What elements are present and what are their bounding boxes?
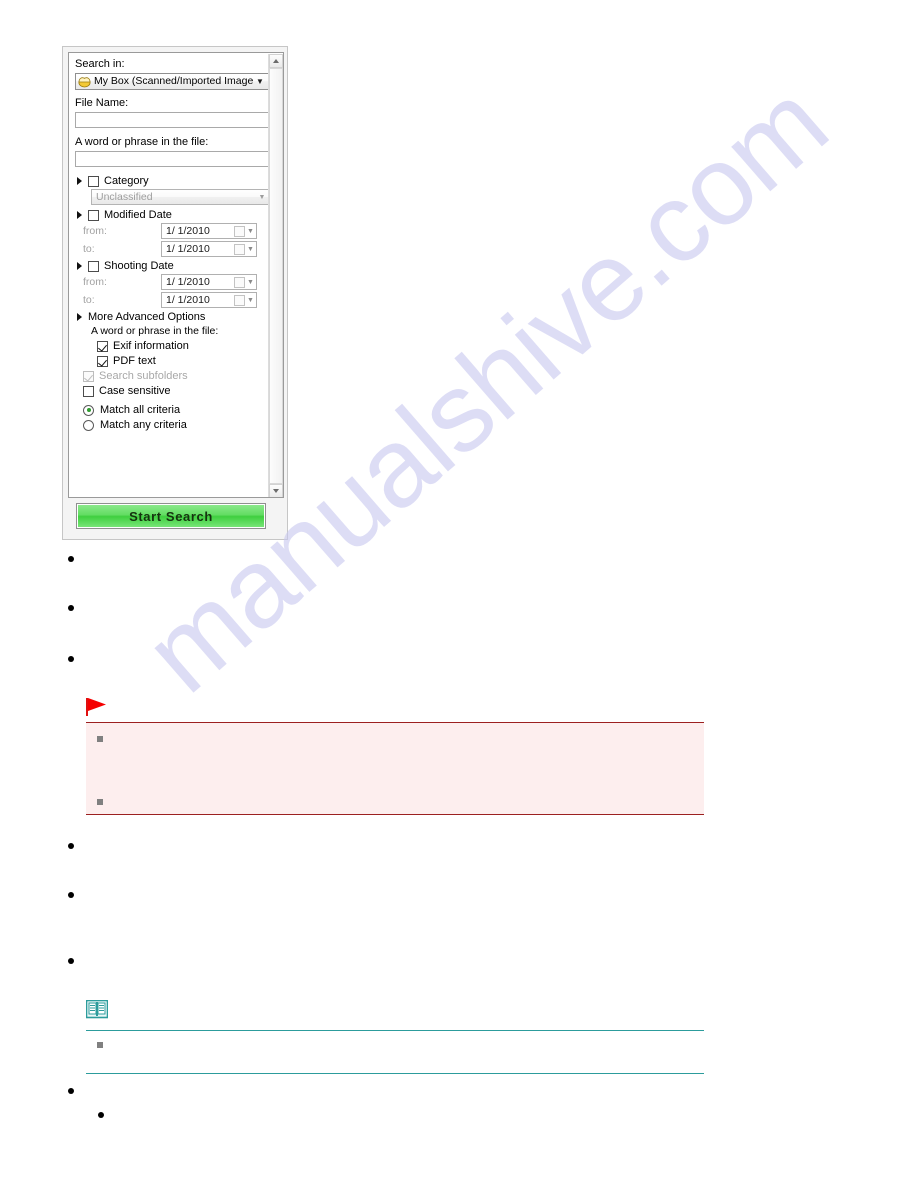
list-item	[68, 605, 74, 611]
caution-block	[86, 697, 704, 815]
shooting-date-section-header[interactable]: Shooting Date	[77, 260, 269, 272]
category-checkbox[interactable]	[88, 175, 99, 187]
file-name-label: File Name:	[75, 97, 129, 109]
caution-box	[86, 722, 704, 815]
search-in-dropdown[interactable]: My Box (Scanned/Imported Images) ▼	[75, 73, 269, 90]
modified-date-to-label: to:	[83, 243, 95, 255]
file-name-input[interactable]	[75, 112, 269, 128]
modified-date-checkbox[interactable]	[88, 209, 99, 221]
radio-match-all-criteria[interactable]: Match all criteria	[83, 404, 269, 416]
shooting-date-from-label: from:	[83, 276, 107, 288]
search-subfolders-checkbox	[83, 370, 94, 382]
exif-information-label: Exif information	[113, 340, 189, 352]
option-search-subfolders: Search subfolders	[83, 370, 269, 382]
option-exif-information[interactable]: Exif information	[97, 340, 269, 352]
case-sensitive-label: Case sensitive	[99, 385, 171, 397]
calendar-icon[interactable]	[234, 294, 245, 306]
shooting-date-to-value: 1/ 1/2010	[166, 294, 210, 306]
list-item	[68, 958, 74, 964]
calendar-icon[interactable]	[234, 276, 245, 288]
modified-date-to-input[interactable]: 1/ 1/2010 ▼	[161, 241, 257, 257]
advanced-word-phrase-label: A word or phrase in the file:	[91, 325, 219, 337]
chevron-down-icon[interactable]: ▼	[246, 246, 255, 253]
panel-scrollbar[interactable]	[268, 54, 283, 497]
modified-date-from-input[interactable]: 1/ 1/2010 ▼	[161, 223, 257, 239]
search-in-label: Search in:	[75, 58, 125, 70]
category-value: Unclassified	[96, 191, 153, 203]
shooting-date-from-value: 1/ 1/2010	[166, 276, 210, 288]
list-item	[68, 556, 74, 562]
list-item	[68, 656, 74, 662]
category-section-header[interactable]: Category	[77, 175, 269, 187]
search-subfolders-label: Search subfolders	[99, 370, 188, 382]
list-item	[68, 843, 74, 849]
option-case-sensitive[interactable]: Case sensitive	[83, 385, 269, 397]
calendar-icon[interactable]	[234, 225, 245, 237]
category-dropdown[interactable]: Unclassified ▼	[91, 189, 271, 205]
shooting-date-to-row: to: 1/ 1/2010 ▼	[83, 292, 269, 308]
chevron-down-icon[interactable]: ▼	[246, 228, 255, 235]
modified-date-from-label: from:	[83, 225, 107, 237]
shooting-date-label: Shooting Date	[104, 260, 174, 272]
chevron-down-icon: ▼	[258, 193, 266, 201]
modified-date-section-header[interactable]: Modified Date	[77, 209, 269, 221]
expander-triangle-icon[interactable]	[77, 313, 82, 321]
search-in-value: My Box (Scanned/Imported Images)	[94, 75, 253, 87]
pdf-text-label: PDF text	[113, 355, 156, 367]
list-item	[97, 736, 103, 742]
search-panel-scroll-area: Search in: My Box (Scanned/Imported Imag…	[68, 52, 284, 498]
scrollbar-thumb[interactable]	[269, 68, 283, 484]
calendar-icon[interactable]	[234, 243, 245, 255]
match-any-criteria-label: Match any criteria	[100, 419, 187, 431]
match-any-criteria-radio[interactable]	[83, 419, 94, 431]
red-flag-icon	[86, 697, 704, 717]
list-item	[98, 1112, 104, 1118]
scroll-down-button[interactable]	[269, 484, 283, 497]
category-label: Category	[104, 175, 149, 187]
my-box-icon	[78, 75, 91, 88]
modified-date-to-row: to: 1/ 1/2010 ▼	[83, 241, 269, 257]
list-item	[97, 1042, 103, 1048]
modified-date-label: Modified Date	[104, 209, 172, 221]
note-box	[86, 1030, 704, 1074]
list-item	[97, 799, 103, 805]
list-item	[68, 1088, 74, 1094]
advanced-options-label: More Advanced Options	[88, 311, 206, 323]
expander-triangle-icon[interactable]	[77, 211, 82, 219]
modified-date-from-row: from: 1/ 1/2010 ▼	[83, 223, 269, 239]
start-search-button[interactable]: Start Search	[76, 503, 266, 529]
shooting-date-to-input[interactable]: 1/ 1/2010 ▼	[161, 292, 257, 308]
modified-date-to-value: 1/ 1/2010	[166, 243, 210, 255]
arrow-up-icon	[273, 59, 279, 63]
search-settings-panel: Search in: My Box (Scanned/Imported Imag…	[62, 46, 288, 540]
note-block	[85, 999, 704, 1074]
exif-information-checkbox[interactable]	[97, 340, 108, 352]
word-phrase-input[interactable]	[75, 151, 269, 167]
arrow-down-icon	[273, 489, 279, 493]
shooting-date-to-label: to:	[83, 294, 95, 306]
expander-triangle-icon[interactable]	[77, 262, 82, 270]
shooting-date-from-row: from: 1/ 1/2010 ▼	[83, 274, 269, 290]
chevron-down-icon[interactable]: ▼	[246, 297, 255, 304]
shooting-date-from-input[interactable]: 1/ 1/2010 ▼	[161, 274, 257, 290]
shooting-date-checkbox[interactable]	[88, 260, 99, 272]
search-panel-content: Search in: My Box (Scanned/Imported Imag…	[69, 53, 271, 434]
modified-date-from-value: 1/ 1/2010	[166, 225, 210, 237]
match-all-criteria-radio[interactable]	[83, 404, 94, 416]
pdf-text-checkbox[interactable]	[97, 355, 108, 367]
chevron-down-icon: ▼	[256, 77, 264, 86]
match-all-criteria-label: Match all criteria	[100, 404, 181, 416]
word-phrase-label: A word or phrase in the file:	[75, 136, 209, 148]
expander-triangle-icon[interactable]	[77, 177, 82, 185]
chevron-down-icon[interactable]: ▼	[246, 279, 255, 286]
advanced-options-section-header[interactable]: More Advanced Options	[77, 311, 269, 323]
radio-match-any-criteria[interactable]: Match any criteria	[83, 419, 269, 431]
case-sensitive-checkbox[interactable]	[83, 385, 94, 397]
note-book-icon	[85, 999, 109, 1024]
scroll-up-button[interactable]	[269, 54, 283, 68]
option-pdf-text[interactable]: PDF text	[97, 355, 269, 367]
list-item	[68, 892, 74, 898]
